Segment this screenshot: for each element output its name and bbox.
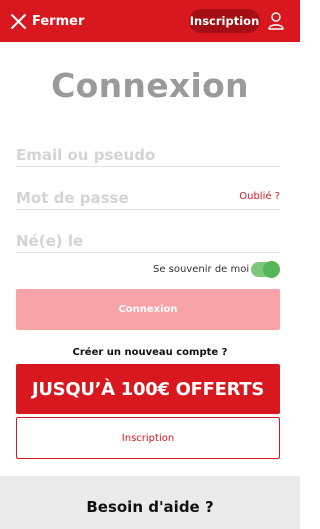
promo-offer-button[interactable]: JUSQU’À 100€ OFFERTS	[16, 364, 280, 414]
user-icon[interactable]	[267, 11, 285, 31]
close-button[interactable]: Fermer	[10, 10, 84, 32]
signup-button[interactable]: Inscription	[16, 417, 280, 459]
top-bar: Fermer Inscription	[0, 0, 300, 42]
create-account-prompt: Créer un nouveau compte ?	[72, 347, 228, 358]
close-icon	[10, 13, 27, 29]
help-label: Besoin d'aide ?	[86, 498, 214, 516]
login-button[interactable]: Connexion	[16, 289, 280, 330]
remember-me-label: Se souvenir de moi	[153, 264, 250, 275]
page-title: Connexion	[51, 66, 249, 105]
close-label: Fermer	[32, 13, 85, 29]
forgot-password-link[interactable]: Oublié ?	[239, 191, 280, 202]
birthdate-field[interactable]	[16, 229, 280, 253]
header-signup-button[interactable]: Inscription	[189, 9, 260, 33]
toggle-knob	[263, 261, 280, 278]
help-section[interactable]: Besoin d'aide ?	[0, 476, 300, 529]
remember-me-toggle[interactable]	[251, 261, 280, 278]
email-field[interactable]	[16, 143, 280, 167]
